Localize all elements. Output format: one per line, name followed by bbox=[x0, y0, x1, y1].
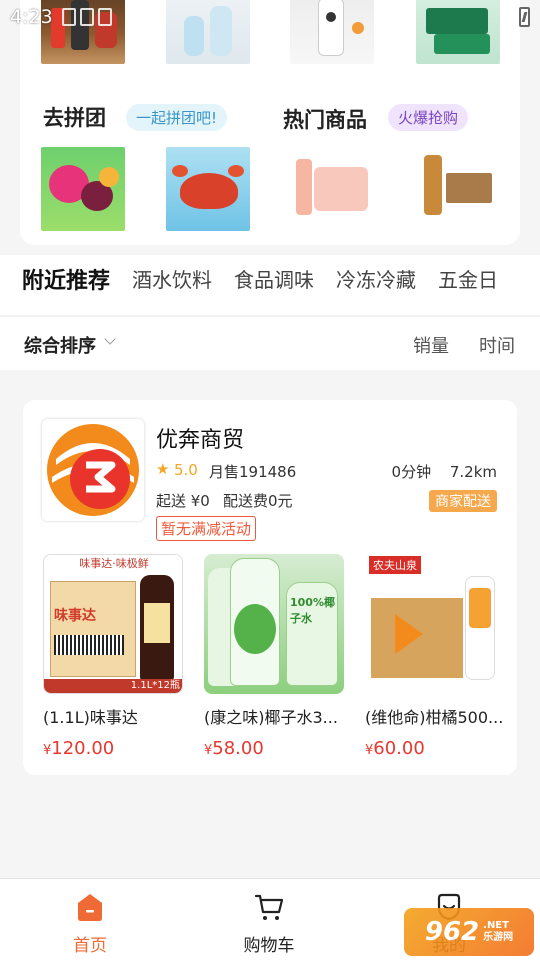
featured-card: 去拼团 一起拼团吧! 热门商品 火爆抢购 bbox=[20, 0, 520, 245]
sort-sales[interactable]: 销量 bbox=[413, 332, 449, 358]
tab-nearby[interactable]: 附近推荐 bbox=[22, 255, 110, 295]
nav-home-label: 首页 bbox=[73, 936, 107, 956]
notification-icon bbox=[98, 8, 112, 26]
tab-hardware[interactable]: 五金日 bbox=[438, 255, 498, 293]
tab-drinks[interactable]: 酒水饮料 bbox=[132, 255, 212, 293]
nav-cart-label: 购物车 bbox=[243, 936, 295, 956]
group-buy-title[interactable]: 去拼团 bbox=[43, 102, 106, 132]
star-icon: ★ bbox=[156, 460, 170, 478]
product-image-label: 100%椰子水 bbox=[290, 596, 335, 625]
hot-thumb-peach-drink[interactable] bbox=[290, 147, 374, 231]
group-thumb-crayfish[interactable] bbox=[166, 147, 250, 231]
hot-products-pill[interactable]: 火爆抢购 bbox=[388, 104, 469, 131]
product-image-label: 农夫山泉 bbox=[369, 556, 421, 574]
promo-tag: 暂无满减活动 bbox=[156, 516, 257, 541]
sort-bar: 综合排序 销量 时间 bbox=[0, 316, 540, 370]
notification-icon bbox=[62, 8, 76, 26]
product-image[interactable]: 100%椰子水 bbox=[204, 554, 344, 694]
group-buy-pill[interactable]: 一起拼团吧! bbox=[126, 104, 228, 131]
product-price: ¥120.00 bbox=[43, 738, 115, 759]
nav-cart[interactable]: 购物车 bbox=[224, 891, 314, 956]
product-card[interactable]: 100%椰子水 (康之味)椰子水3... ¥58.00 bbox=[204, 554, 344, 759]
shop-monthly-sales: 月售191486 bbox=[209, 463, 297, 481]
nav-home[interactable]: 首页 bbox=[45, 891, 135, 956]
sort-time[interactable]: 时间 bbox=[479, 332, 515, 358]
product-name[interactable]: (康之味)椰子水3... bbox=[204, 704, 344, 728]
shop-delivery-fee: 配送费0元 bbox=[223, 492, 293, 510]
product-image[interactable]: 农夫山泉 bbox=[365, 554, 505, 694]
sort-comprehensive[interactable]: 综合排序 bbox=[24, 332, 96, 358]
product-image-header: 味事达·味极鲜 bbox=[44, 555, 182, 573]
notification-icon bbox=[80, 8, 94, 26]
shop-rating: 5.0 bbox=[174, 461, 198, 479]
status-time: 4:23 bbox=[10, 6, 53, 28]
chevron-down-icon[interactable] bbox=[104, 333, 116, 345]
tab-frozen[interactable]: 冷冻冷藏 bbox=[336, 255, 416, 293]
product-price: ¥58.00 bbox=[204, 738, 264, 759]
status-bar: 4:23 bbox=[0, 0, 540, 36]
notification-icons bbox=[62, 8, 112, 26]
shop-min-order: 起送 ¥0 bbox=[156, 492, 210, 510]
shop-logo-mark bbox=[47, 424, 139, 516]
shop-card[interactable]: 优奔商贸 ★ 5.0 月售191486 0分钟 7.2km 起送 ¥0 配送费0… bbox=[23, 400, 517, 775]
battery-icon bbox=[519, 7, 530, 27]
shop-time-distance: 0分钟 7.2km bbox=[391, 463, 497, 481]
product-name[interactable]: (1.1L)味事达 bbox=[43, 704, 183, 728]
product-image-footer: 1.1L*12瓶 bbox=[44, 679, 182, 693]
product-price: ¥60.00 bbox=[365, 738, 425, 759]
hot-products-title[interactable]: 热门商品 bbox=[283, 104, 367, 134]
shop-logo bbox=[42, 419, 144, 521]
category-tabs: 附近推荐 酒水饮料 食品调味 冷冻冷藏 五金日 bbox=[0, 255, 540, 315]
product-name[interactable]: (维他命)柑橘500... bbox=[365, 704, 505, 728]
site-watermark-logo: 962 .NET 乐游网 bbox=[404, 908, 534, 956]
product-image[interactable]: 味事达·味极鲜 味事达 1.1L*12瓶 bbox=[43, 554, 183, 694]
product-card[interactable]: 味事达·味极鲜 味事达 1.1L*12瓶 (1.1L)味事达 ¥120.00 bbox=[43, 554, 183, 759]
product-card[interactable]: 农夫山泉 (维他命)柑橘500... ¥60.00 bbox=[365, 554, 505, 759]
cart-icon bbox=[254, 894, 284, 920]
tab-food-seasoning[interactable]: 食品调味 bbox=[234, 255, 314, 293]
shop-name[interactable]: 优奔商贸 bbox=[156, 422, 244, 454]
group-thumb-fruit[interactable] bbox=[41, 147, 125, 231]
hot-thumb-tea-drink[interactable] bbox=[416, 147, 500, 231]
merchant-delivery-badge: 商家配送 bbox=[429, 490, 497, 512]
home-icon bbox=[78, 894, 102, 921]
